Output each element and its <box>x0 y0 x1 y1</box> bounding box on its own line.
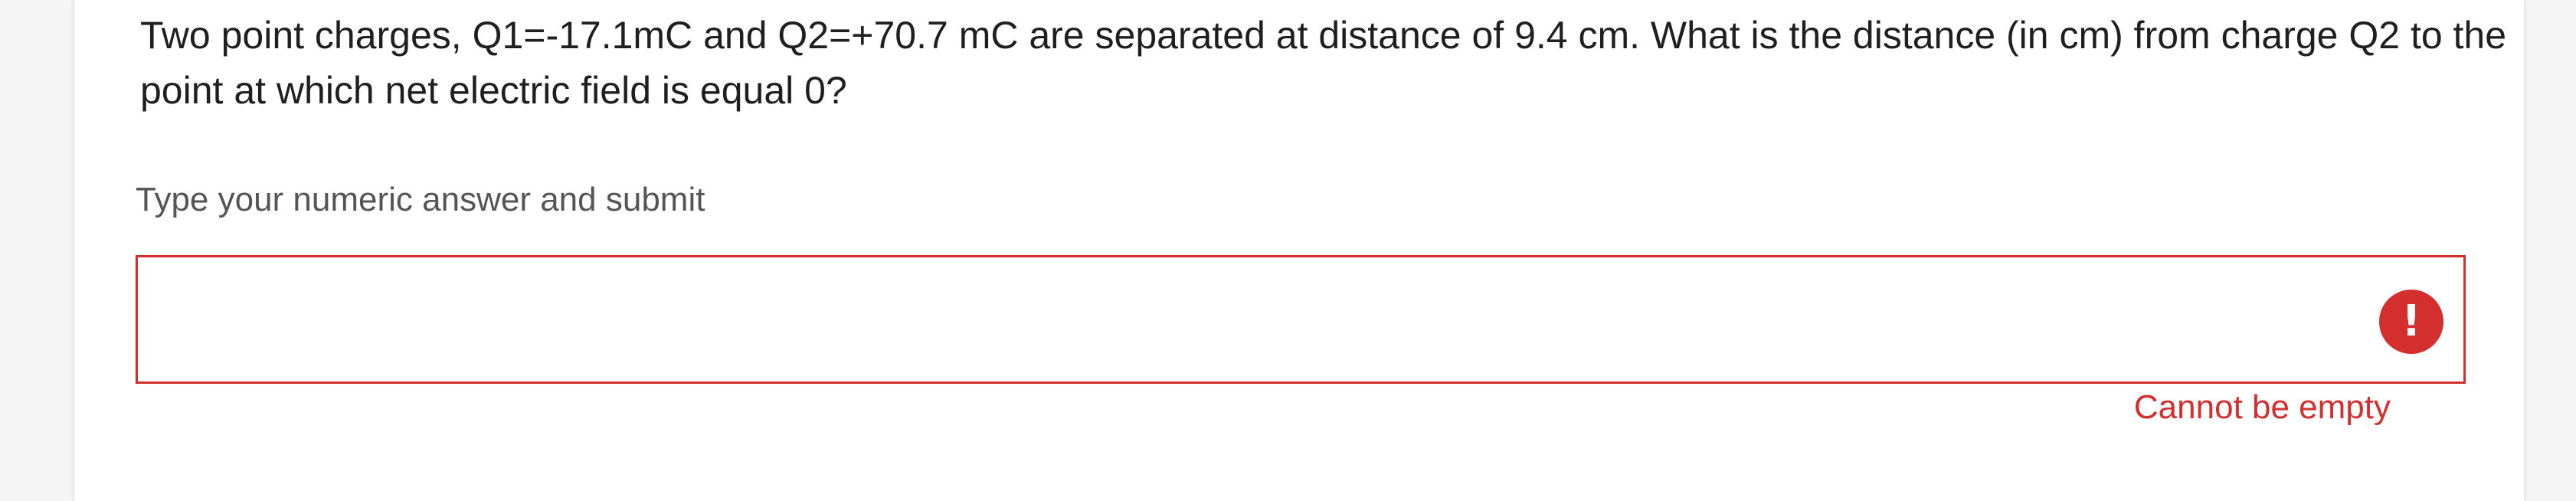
numeric-answer-field[interactable]: ! <box>136 255 2466 384</box>
validation-error-message: Cannot be empty <box>2133 388 2391 426</box>
question-text: Two point charges, Q1=-17.1mC and Q2=+70… <box>140 14 2507 112</box>
question-card: Two point charges, Q1=-17.1mC and Q2=+70… <box>74 0 2525 501</box>
numeric-answer-input[interactable] <box>153 273 2362 368</box>
answer-instruction: Type your numeric answer and submit <box>136 181 705 218</box>
exclamation-circle-icon: ! <box>2379 290 2443 354</box>
